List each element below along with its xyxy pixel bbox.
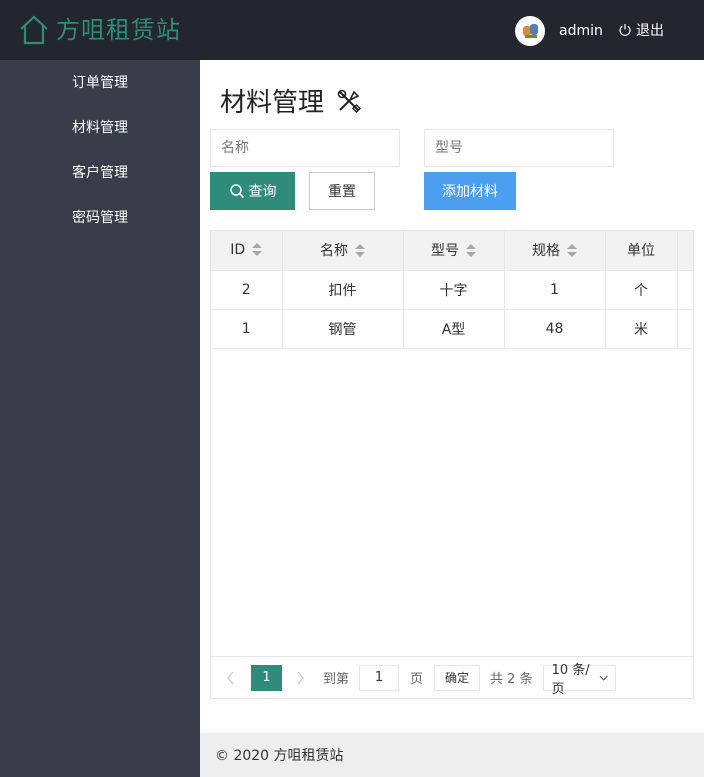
add-material-button[interactable]: 添加材料 <box>424 172 516 210</box>
column-header-unit: 单位 <box>604 231 678 271</box>
page-size-value: 10 条/页 <box>551 662 590 697</box>
total-count: 共 2 条 <box>490 672 533 687</box>
chevron-right-icon[interactable] <box>294 671 306 685</box>
goto-confirm-button[interactable]: 确定 <box>434 664 481 691</box>
page-title: 材料管理 <box>220 82 362 119</box>
column-header-id[interactable]: ID <box>211 231 283 271</box>
cell-model: 十字 <box>402 269 505 310</box>
main-content: 材料管理 查询 重置 添加材料 ID 名称 型号 <box>200 60 704 733</box>
cell-actions <box>676 308 693 349</box>
avatar[interactable] <box>515 16 545 46</box>
sidebar-item-orders[interactable]: 订单管理 <box>72 73 128 93</box>
power-icon <box>619 24 631 36</box>
cell-actions <box>676 269 693 310</box>
goto-label: 到第 <box>323 672 350 687</box>
column-header-model[interactable]: 型号 <box>402 231 505 271</box>
search-icon <box>229 184 244 199</box>
page-title-text: 材料管理 <box>220 88 325 118</box>
sidebar-item-materials[interactable]: 材料管理 <box>72 118 128 138</box>
table-row[interactable]: 2 扣件 十字 1 个 <box>211 269 693 310</box>
goto-page-input[interactable] <box>359 664 400 691</box>
column-header-name[interactable]: 名称 <box>281 231 404 271</box>
query-label: 查询 <box>248 184 277 200</box>
cell-spec: 1 <box>503 269 606 310</box>
sort-icon[interactable] <box>466 244 476 258</box>
copyright-text: © 2020 方咀租赁站 <box>215 748 344 764</box>
cell-unit: 米 <box>604 308 678 349</box>
cell-name: 钢管 <box>281 308 404 349</box>
table-header-row: ID 名称 型号 规格 单位 <box>211 231 693 271</box>
table-row[interactable]: 1 钢管 A型 48 米 <box>211 308 693 349</box>
tools-icon <box>337 89 362 113</box>
chevron-down-icon <box>599 675 609 681</box>
chevron-left-icon[interactable] <box>225 671 237 685</box>
sort-icon[interactable] <box>252 243 263 257</box>
sort-icon[interactable] <box>567 244 577 258</box>
cell-id: 2 <box>211 269 283 310</box>
cell-model: A型 <box>402 308 505 349</box>
top-header: 方咀租赁站 admin 退出 <box>0 0 704 60</box>
pagination: 1 到第 页 确定 共 2 条 10 条/页 <box>210 656 694 699</box>
cell-spec: 48 <box>503 308 606 349</box>
sidebar-item-password[interactable]: 密码管理 <box>72 208 128 228</box>
brand-logo[interactable]: 方咀租赁站 <box>18 14 181 46</box>
user-name[interactable]: admin <box>559 23 603 39</box>
reset-button[interactable]: 重置 <box>309 172 375 210</box>
brand-name: 方咀租赁站 <box>56 16 181 44</box>
cell-unit: 个 <box>604 269 678 310</box>
materials-table: ID 名称 型号 规格 单位 2 扣件 十字 1 个 1 钢管 A型 48 米 <box>210 230 694 699</box>
model-search-input[interactable] <box>424 129 614 167</box>
sidebar: 订单管理 材料管理 客户管理 密码管理 <box>0 60 200 777</box>
home-icon <box>20 15 48 45</box>
column-header-spec[interactable]: 规格 <box>503 231 606 271</box>
name-search-input[interactable] <box>210 129 400 167</box>
user-menu[interactable]: admin <box>515 16 603 46</box>
sidebar-item-customers[interactable]: 客户管理 <box>72 163 128 183</box>
page-label: 页 <box>410 672 424 687</box>
logout-button[interactable]: 退出 <box>618 20 664 40</box>
query-button[interactable]: 查询 <box>210 172 295 210</box>
page-size-select[interactable]: 10 条/页 <box>542 663 616 697</box>
cell-name: 扣件 <box>281 269 404 310</box>
sort-icon[interactable] <box>355 244 365 258</box>
current-page-button[interactable]: 1 <box>251 664 282 691</box>
logout-label: 退出 <box>636 23 664 39</box>
cell-id: 1 <box>211 308 283 349</box>
footer: © 2020 方咀租赁站 <box>200 733 704 777</box>
column-header-actions <box>676 231 693 271</box>
